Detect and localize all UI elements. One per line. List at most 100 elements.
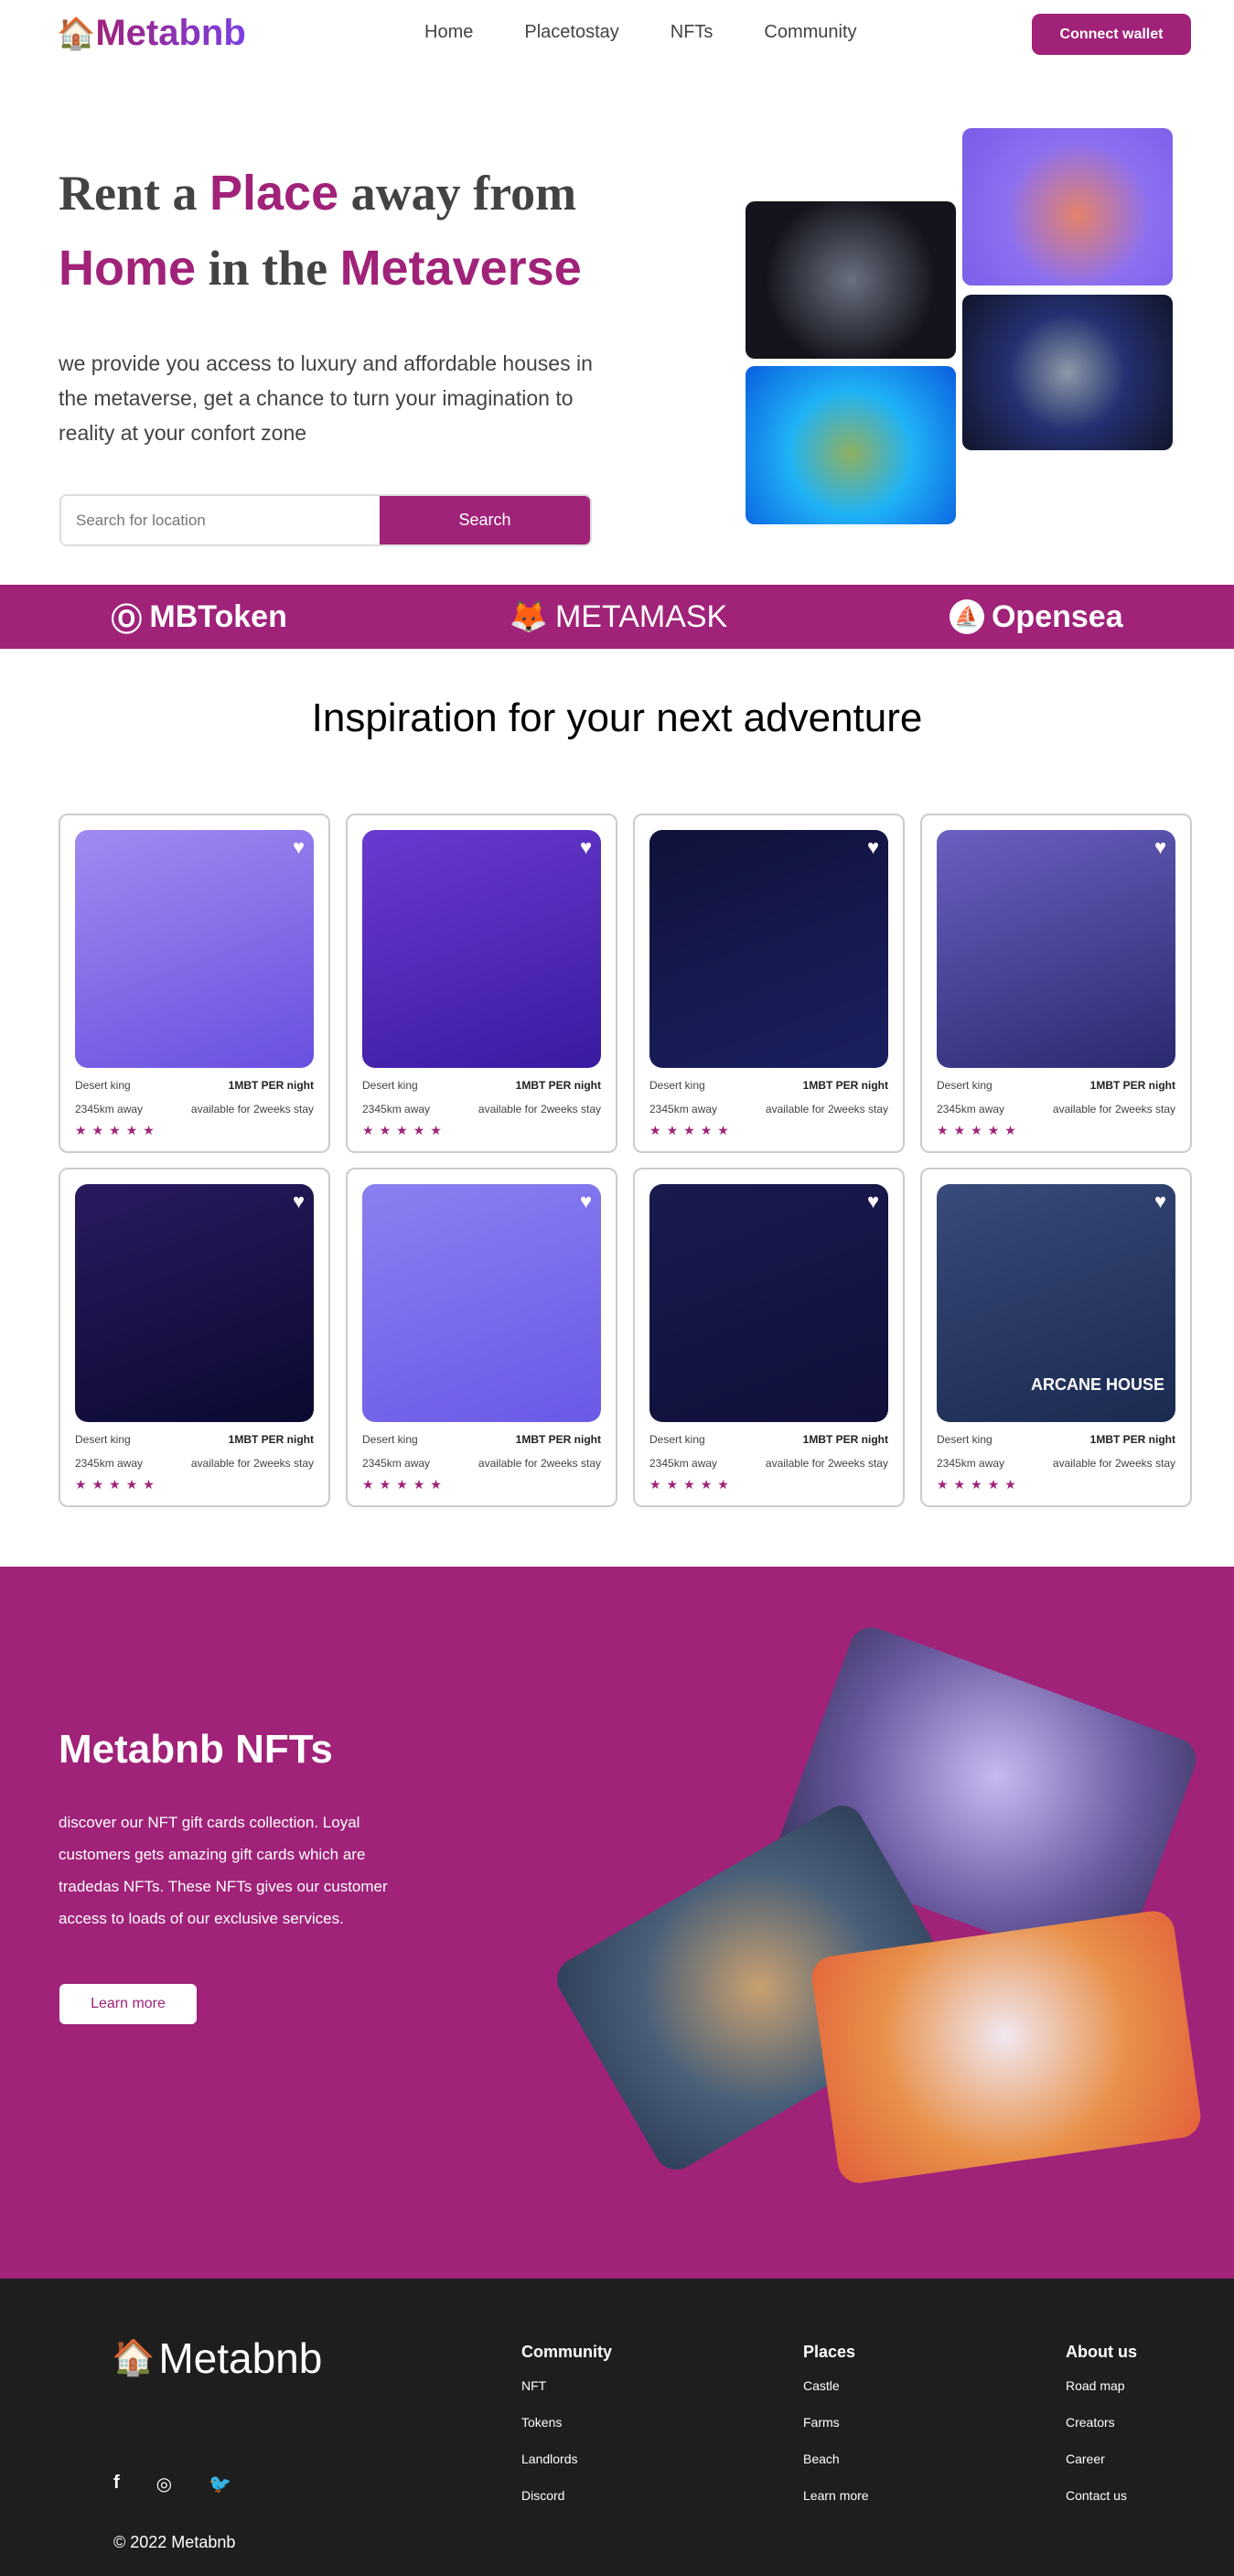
star-rating: ★★★★★: [937, 1123, 1175, 1138]
instagram-icon[interactable]: ◎: [156, 2473, 172, 2495]
footer-link[interactable]: Learn more: [803, 2488, 869, 2503]
hero-image-modern-house: [746, 201, 956, 359]
listing-distance: 2345km away: [75, 1457, 144, 1470]
footer-link[interactable]: Beach: [803, 2452, 869, 2466]
listing-card[interactable]: ♥ Desert king 1MBT PER night 2345km away a…: [59, 1168, 330, 1507]
search-input[interactable]: [61, 496, 380, 544]
heart-icon[interactable]: ♥: [293, 1190, 305, 1213]
listing-price: 1MBT PER night: [1089, 1079, 1175, 1092]
footer-link[interactable]: Castle: [803, 2378, 869, 2393]
footer-link[interactable]: Tokens: [521, 2415, 612, 2430]
listing-availability: available for 2weeks stay: [478, 1457, 601, 1470]
star-icon: ★: [396, 1477, 413, 1492]
listing-name: Desert king: [362, 1433, 418, 1446]
partner-opensea[interactable]: ⛵ Opensea: [949, 599, 1123, 635]
listing-card[interactable]: ♥ Desert king 1MBT PER night 2345km away a…: [633, 814, 905, 1153]
footer-link[interactable]: NFT: [521, 2378, 612, 2393]
star-rating: ★★★★★: [362, 1123, 601, 1138]
star-icon: ★: [953, 1477, 971, 1492]
partner-metamask[interactable]: 🦊 METAMASK: [510, 598, 728, 635]
star-icon: ★: [1004, 1477, 1022, 1492]
navbar: 🏠 Metabnb Home Placetostay NFTs Community…: [0, 0, 1234, 69]
star-icon: ★: [717, 1123, 735, 1137]
star-icon: ★: [937, 1477, 954, 1492]
heart-icon[interactable]: ♥: [867, 835, 879, 859]
nav-community[interactable]: Community: [764, 22, 856, 43]
section-title: Inspiration for your next adventure: [311, 695, 923, 740]
listing-image: ♥ ARCANE HOUSE: [937, 1184, 1175, 1422]
listing-card[interactable]: ♥ Desert king 1MBT PER night 2345km away a…: [346, 814, 617, 1153]
star-rating: ★★★★★: [649, 1123, 888, 1138]
star-icon: ★: [125, 1123, 144, 1137]
listing-name: Desert king: [937, 1433, 993, 1446]
nav-placetostay[interactable]: Placetostay: [524, 22, 618, 43]
partner-mbtoken[interactable]: Ⓞ MBToken: [111, 595, 286, 640]
footer-link[interactable]: Contact us: [1066, 2488, 1137, 2503]
hero-image-market: [962, 128, 1173, 286]
heart-icon[interactable]: ♥: [1154, 1190, 1166, 1213]
star-icon: ★: [987, 1477, 1005, 1492]
star-icon: ★: [413, 1123, 431, 1137]
listing-availability: available for 2weeks stay: [190, 1103, 314, 1116]
listing-card[interactable]: ♥ Desert king 1MBT PER night 2345km away a…: [633, 1168, 905, 1507]
footer-link[interactable]: Creators: [1066, 2415, 1137, 2430]
facebook-icon[interactable]: f: [113, 2473, 120, 2495]
listing-name: Desert king: [362, 1079, 418, 1092]
twitter-icon[interactable]: 🐦: [209, 2473, 231, 2495]
listing-price: 1MBT PER night: [515, 1433, 601, 1446]
learn-more-button[interactable]: Learn more: [59, 1984, 197, 2024]
star-rating: ★★★★★: [362, 1477, 601, 1493]
nft-section: Metabnb NFTs discover our NFT gift cards…: [0, 1567, 1234, 2279]
heart-icon[interactable]: ♥: [580, 1190, 592, 1213]
footer-link[interactable]: Landlords: [521, 2452, 612, 2466]
listing-availability: available for 2weeks stay: [190, 1457, 314, 1470]
listing-card[interactable]: ♥ ARCANE HOUSE Desert king 1MBT PER night …: [920, 1168, 1192, 1507]
search-bar: Search: [59, 494, 592, 546]
listing-availability: available for 2weeks stay: [765, 1457, 888, 1470]
listing-card[interactable]: ♥ Desert king 1MBT PER night 2345km away a…: [346, 1168, 617, 1507]
star-icon: ★: [91, 1123, 110, 1137]
search-button[interactable]: Search: [380, 496, 590, 544]
heart-icon[interactable]: ♥: [1154, 835, 1166, 859]
listing-availability: available for 2weeks stay: [1052, 1457, 1175, 1470]
star-icon: ★: [683, 1477, 701, 1492]
listing-card[interactable]: ♥ Desert king 1MBT PER night 2345km away a…: [920, 814, 1192, 1153]
footer-link[interactable]: Road map: [1066, 2378, 1137, 2393]
listing-name: Desert king: [75, 1433, 131, 1446]
mbtoken-icon: Ⓞ: [111, 602, 143, 638]
heart-icon[interactable]: ♥: [580, 835, 592, 859]
listing-image: ♥: [649, 830, 888, 1068]
heart-icon[interactable]: ♥: [867, 1190, 879, 1213]
star-icon: ★: [649, 1123, 667, 1137]
connect-wallet-button[interactable]: Connect wallet: [1032, 14, 1191, 55]
listing-price: 1MBT PER night: [515, 1079, 601, 1092]
listing-distance: 2345km away: [649, 1457, 718, 1470]
footer-col-places: Places Castle Farms Beach Learn more: [803, 2343, 869, 2525]
logo[interactable]: 🏠 Metabnb: [57, 13, 246, 54]
listing-name: Desert king: [649, 1079, 705, 1092]
nav-home[interactable]: Home: [424, 22, 473, 43]
star-icon: ★: [362, 1123, 380, 1137]
listing-name: Desert king: [937, 1079, 993, 1092]
hero-image-village: [746, 366, 956, 524]
hero-description: we provide you access to luxury and affo…: [59, 351, 593, 445]
footer-logo[interactable]: 🏠 Metabnb: [112, 2333, 322, 2383]
star-rating: ★★★★★: [75, 1123, 314, 1138]
house-icon: 🏠: [112, 2339, 156, 2377]
star-icon: ★: [666, 1123, 684, 1137]
listing-price: 1MBT PER night: [802, 1079, 888, 1092]
listing-name: Desert king: [649, 1433, 705, 1446]
listing-distance: 2345km away: [362, 1457, 431, 1470]
star-icon: ★: [91, 1477, 110, 1492]
footer-link[interactable]: Discord: [521, 2488, 612, 2503]
footer-col-community: Community NFT Tokens Landlords Discord: [521, 2343, 612, 2525]
heart-icon[interactable]: ♥: [293, 835, 305, 859]
listing-distance: 2345km away: [75, 1103, 144, 1116]
footer-link[interactable]: Farms: [803, 2415, 869, 2430]
star-icon: ★: [413, 1477, 431, 1492]
star-icon: ★: [109, 1123, 126, 1137]
footer-link[interactable]: Career: [1066, 2452, 1137, 2466]
listing-availability: available for 2weeks stay: [1052, 1103, 1175, 1116]
nav-nfts[interactable]: NFTs: [671, 22, 714, 43]
listing-card[interactable]: ♥ Desert king 1MBT PER night 2345km away a…: [59, 814, 330, 1153]
